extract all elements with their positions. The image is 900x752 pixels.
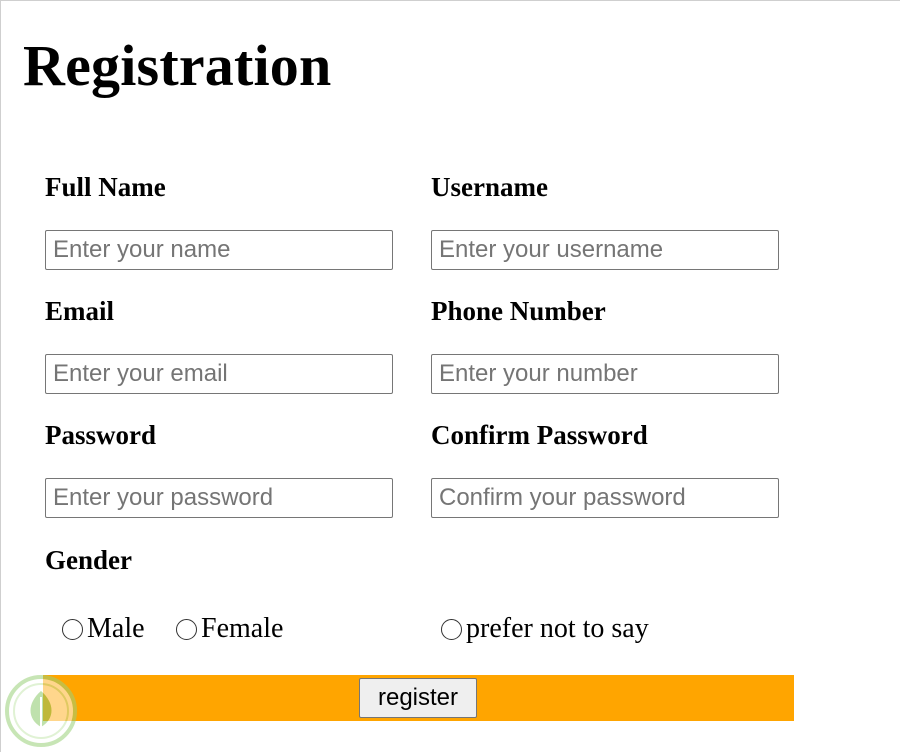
full-name-input[interactable]: [45, 230, 393, 270]
confirm-password-input[interactable]: [431, 478, 779, 518]
gender-option-prefer-not-to-say[interactable]: prefer not to say: [441, 615, 649, 643]
phone-number-label: Phone Number: [431, 296, 606, 326]
leaf-logo-icon: [5, 675, 77, 747]
gender-option-female[interactable]: Female: [176, 615, 283, 643]
radio-button-male[interactable]: [62, 618, 83, 640]
confirm-password-label: Confirm Password: [431, 420, 648, 450]
password-input[interactable]: [45, 478, 393, 518]
gender-option-male[interactable]: Male: [62, 615, 145, 643]
gender-option-label: prefer not to say: [466, 613, 649, 644]
register-button[interactable]: register: [359, 678, 477, 718]
page-title: Registration: [23, 33, 332, 98]
email-input[interactable]: [45, 354, 393, 394]
password-label: Password: [45, 420, 157, 450]
gender-label: Gender: [45, 545, 132, 575]
full-name-label: Full Name: [45, 172, 166, 202]
gender-option-label: Male: [87, 613, 145, 644]
radio-button-prefer-not-to-say[interactable]: [441, 618, 462, 640]
username-label: Username: [431, 172, 548, 202]
username-input[interactable]: [431, 230, 779, 270]
email-label: Email: [45, 296, 115, 326]
registration-page: Registration Full Name Username Email Ph…: [0, 0, 900, 752]
gender-option-label: Female: [201, 613, 284, 644]
phone-number-input[interactable]: [431, 354, 779, 394]
radio-button-female[interactable]: [176, 618, 197, 640]
